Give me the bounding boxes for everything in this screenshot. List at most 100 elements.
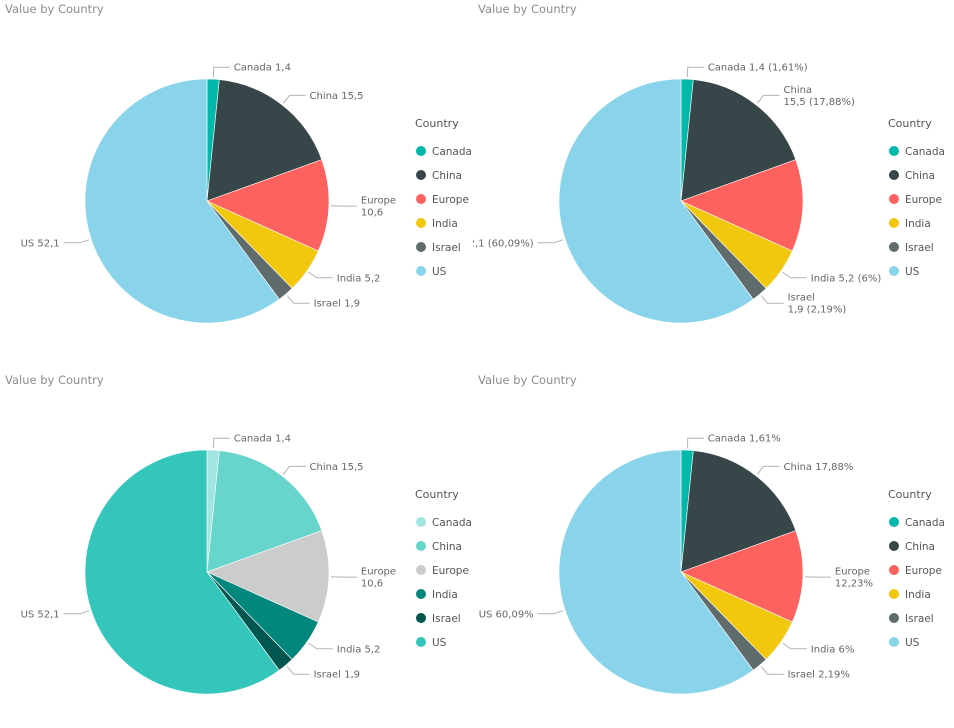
pie-chart-3: Canada 1,4China 15,5Europe10,6India 5,2I… [0, 371, 477, 728]
leader-line-india [783, 272, 807, 278]
leader-line-us [538, 611, 564, 614]
leader-line-india [309, 643, 333, 649]
legend-item-india[interactable]: India [889, 218, 931, 230]
legend-label-israel: Israel [905, 613, 934, 625]
legend-item-china[interactable]: China [889, 170, 935, 182]
legend-item-europe[interactable]: Europe [416, 565, 469, 577]
leader-line-canada [213, 438, 230, 448]
data-label-israel: Israel 1,9 [314, 670, 360, 681]
legend-item-us[interactable]: US [416, 266, 447, 278]
data-label-europe: Europe [361, 567, 396, 578]
legend-item-india[interactable]: India [889, 589, 931, 601]
data-label-india: India 6% [811, 644, 855, 655]
legend-item-israel[interactable]: Israel [416, 613, 461, 625]
legend-item-canada[interactable]: Canada [416, 517, 472, 529]
data-label-india: India 5,2 (6%) [811, 273, 882, 284]
legend-marker-us [889, 637, 899, 647]
legend-marker-israel [889, 242, 899, 252]
legend-item-canada[interactable]: Canada [416, 146, 472, 158]
data-label-europe: 10,6 [361, 579, 383, 590]
legend-label-us: US [432, 637, 447, 649]
legend-label-china: China [432, 541, 462, 553]
data-label-us: US 52,1 (60,09%) [473, 238, 534, 249]
legend-marker-israel [889, 613, 899, 623]
leader-line-canada [687, 438, 704, 448]
legend-title: Country [415, 117, 459, 130]
legend-item-india[interactable]: India [416, 589, 458, 601]
legend-marker-israel [416, 242, 426, 252]
legend-label-europe: Europe [432, 194, 469, 206]
legend-marker-europe [889, 565, 899, 575]
legend-marker-canada [416, 517, 426, 527]
legend-marker-china [889, 170, 899, 180]
data-label-canada: Canada 1,61% [708, 434, 781, 445]
legend-item-canada[interactable]: Canada [889, 517, 945, 529]
leader-line-india [309, 272, 333, 278]
legend-label-israel: Israel [432, 613, 461, 625]
legend-marker-us [889, 266, 899, 276]
pie-chart-panel-1: Value by Country Canada 1,4China 15,5Eur… [0, 0, 477, 357]
legend-label-europe: Europe [905, 565, 942, 577]
pie-chart-panel-2: Value by Country Canada 1,4 (1,61%)China… [473, 0, 950, 357]
legend-item-china[interactable]: China [889, 541, 935, 553]
legend-item-israel[interactable]: Israel [889, 242, 934, 254]
pie-chart-panel-4: Value by Country Canada 1,61%China 17,88… [473, 371, 950, 728]
legend-title: Country [888, 488, 932, 501]
legend-item-europe[interactable]: Europe [889, 194, 942, 206]
data-label-canada: Canada 1,4 [234, 434, 291, 445]
data-label-europe: Europe [361, 196, 396, 207]
data-label-europe: 12,23% [835, 579, 873, 590]
legend-item-israel[interactable]: Israel [416, 242, 461, 254]
legend-marker-canada [889, 517, 899, 527]
legend-marker-europe [416, 565, 426, 575]
legend-marker-india [416, 218, 426, 228]
data-label-canada: Canada 1,4 [234, 63, 291, 74]
legend-label-india: India [905, 589, 931, 601]
legend-item-us[interactable]: US [889, 637, 920, 649]
legend-label-canada: Canada [905, 517, 945, 529]
legend-item-china[interactable]: China [416, 541, 462, 553]
legend-item-canada[interactable]: Canada [889, 146, 945, 158]
legend-item-us[interactable]: US [889, 266, 920, 278]
leader-line-canada [213, 67, 230, 77]
legend-item-europe[interactable]: Europe [889, 565, 942, 577]
leader-line-us [64, 611, 89, 614]
legend-marker-europe [416, 194, 426, 204]
pie-chart-panel-3: Value by Country Canada 1,4China 15,5Eur… [0, 371, 477, 728]
data-label-israel: 1,9 (2,19%) [788, 305, 847, 316]
leader-line-israel [287, 667, 309, 675]
leader-line-israel [761, 667, 783, 675]
legend-label-israel: Israel [905, 242, 934, 254]
legend-marker-us [416, 266, 426, 276]
legend-label-china: China [905, 170, 935, 182]
data-label-canada: Canada 1,4 (1,61%) [708, 63, 808, 74]
legend-item-india[interactable]: India [416, 218, 458, 230]
legend-label-india: India [905, 218, 931, 230]
data-label-india: India 5,2 [337, 644, 381, 655]
legend-marker-india [416, 589, 426, 599]
leader-line-china [757, 95, 779, 103]
legend-marker-china [416, 170, 426, 180]
data-label-israel: Israel [788, 293, 815, 304]
leader-line-china [757, 466, 779, 474]
leader-line-india [783, 643, 807, 649]
legend-label-india: India [432, 589, 458, 601]
leader-line-canada [687, 67, 704, 77]
legend-marker-china [889, 541, 899, 551]
legend-marker-india [889, 218, 899, 228]
legend-item-israel[interactable]: Israel [889, 613, 934, 625]
leader-line-us [538, 240, 564, 243]
data-label-us: US 60,09% [479, 609, 534, 620]
legend-label-india: India [432, 218, 458, 230]
data-label-israel: Israel 2,19% [788, 670, 850, 681]
legend-item-europe[interactable]: Europe [416, 194, 469, 206]
data-label-china: China 17,88% [784, 462, 854, 473]
pie-chart-1: Canada 1,4China 15,5Europe10,6India 5,2I… [0, 0, 477, 357]
legend-item-china[interactable]: China [416, 170, 462, 182]
legend-label-china: China [432, 170, 462, 182]
legend-marker-china [416, 541, 426, 551]
legend-label-us: US [432, 266, 447, 278]
legend-item-us[interactable]: US [416, 637, 447, 649]
legend-label-israel: Israel [432, 242, 461, 254]
data-label-china: China [784, 85, 813, 96]
